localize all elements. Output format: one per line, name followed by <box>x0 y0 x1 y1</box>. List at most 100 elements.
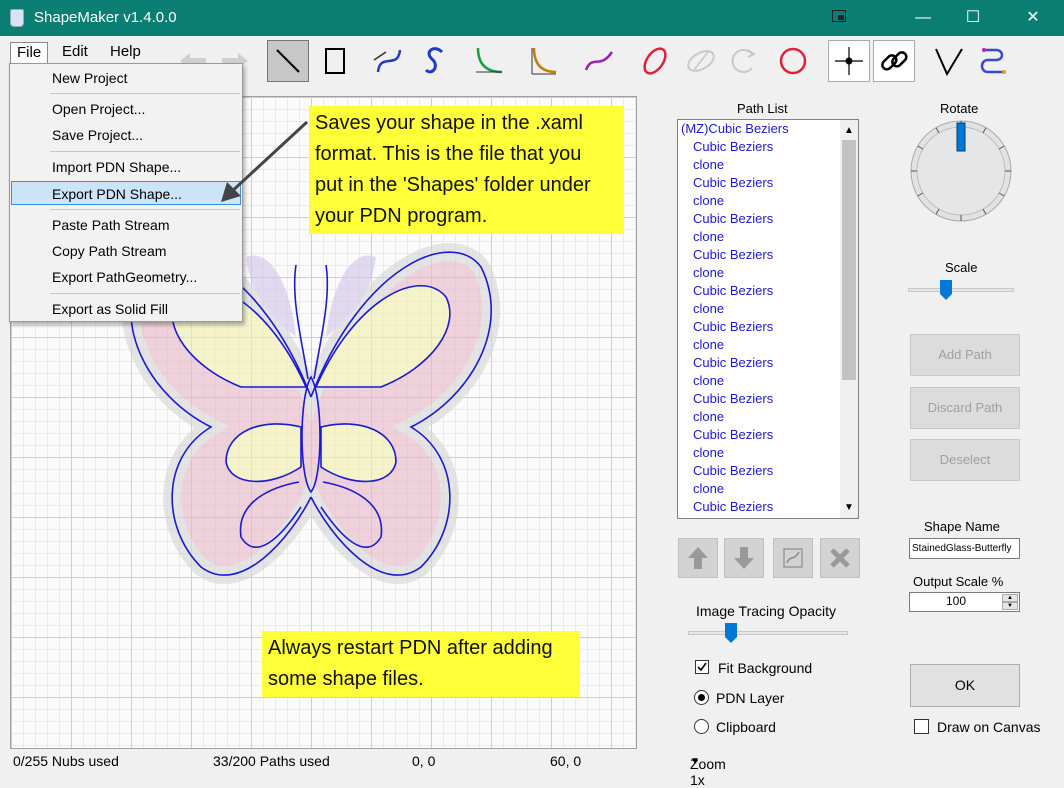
menu-edit[interactable]: Edit <box>56 42 94 64</box>
path-list-item[interactable]: Cubic Beziers <box>693 246 858 264</box>
deselect-button[interactable]: Deselect <box>910 439 1020 481</box>
path-list-item[interactable]: Cubic Beziers <box>693 498 858 516</box>
window-title: ShapeMaker v1.4.0.0 <box>34 9 177 26</box>
move-down-button[interactable] <box>724 538 764 578</box>
scroll-down-icon[interactable]: ▼ <box>844 502 854 513</box>
draw-on-canvas-label: Draw on Canvas <box>937 719 1041 735</box>
title-bar: ShapeMaker v1.4.0.0 — ☐ ✕ <box>0 0 1064 36</box>
cubic-bezier-icon[interactable] <box>368 40 410 82</box>
path-list-item[interactable]: clone <box>693 336 858 354</box>
path-list-item[interactable]: clone <box>693 192 858 210</box>
ellipse-icon[interactable] <box>634 40 676 82</box>
loop-path-icon[interactable] <box>972 40 1014 82</box>
menu-import-pdn-shape[interactable]: Import PDN Shape... <box>12 155 240 179</box>
pointer-arrow <box>221 120 309 202</box>
clipboard-radio[interactable] <box>694 719 709 734</box>
snap-icon[interactable] <box>828 40 870 82</box>
path-list-item[interactable]: Cubic Beziers <box>693 426 858 444</box>
note-export-info: Saves your shape in the .xaml format. Th… <box>309 106 624 234</box>
path-list[interactable]: (MZ)Cubic Beziers Cubic Beziers clone Cu… <box>677 119 859 519</box>
circle-icon[interactable] <box>772 40 814 82</box>
path-list-item[interactable]: Cubic Beziers <box>693 282 858 300</box>
draw-on-canvas-checkbox[interactable] <box>914 719 929 734</box>
path-list-item[interactable]: Cubic Beziers <box>693 354 858 372</box>
output-scale-label: Output Scale % <box>913 574 1004 589</box>
ok-button[interactable]: OK <box>910 664 1020 707</box>
quadratic-icon[interactable] <box>468 40 510 82</box>
ellipse-arc-icon[interactable] <box>680 40 722 82</box>
scale-label: Scale <box>945 260 978 275</box>
scroll-up-icon[interactable]: ▲ <box>844 125 854 136</box>
fit-background-checkbox[interactable] <box>695 660 709 674</box>
tracing-opacity-thumb[interactable] <box>725 623 737 643</box>
pdn-layer-label: PDN Layer <box>716 690 785 706</box>
path-list-item[interactable]: Cubic Beziers <box>693 318 858 336</box>
menu-help[interactable]: Help <box>104 42 147 64</box>
menu-export-solid-fill[interactable]: Export as Solid Fill <box>12 297 240 321</box>
menu-copy-path-stream[interactable]: Copy Path Stream <box>12 239 240 263</box>
rectangle-tool-icon[interactable] <box>314 40 356 82</box>
add-path-button[interactable]: Add Path <box>910 334 1020 376</box>
tracing-opacity-label: Image Tracing Opacity <box>696 603 837 619</box>
close-button[interactable]: ✕ <box>1010 0 1056 36</box>
note-restart-info: Always restart PDN after adding some sha… <box>262 631 580 697</box>
nubs-used-status: 0/255 Nubs used <box>13 753 119 769</box>
path-list-item[interactable]: clone <box>693 264 858 282</box>
path-list-item[interactable]: Cubic Beziers <box>693 390 858 408</box>
path-list-item[interactable]: clone <box>693 444 858 462</box>
menu-export-pathgeometry[interactable]: Export PathGeometry... <box>12 265 240 289</box>
menu-save-project[interactable]: Save Project... <box>12 123 240 147</box>
maximize-button[interactable]: ☐ <box>950 0 996 36</box>
path-list-scrollbar[interactable]: ▲ ▼ <box>840 120 858 518</box>
stepper-up-icon[interactable]: ▲ <box>1002 594 1018 602</box>
path-list-item[interactable]: Cubic Beziers <box>693 210 858 228</box>
path-list-item[interactable]: Cubic Beziers <box>693 138 858 156</box>
menu-new-project[interactable]: New Project <box>12 66 240 90</box>
cursor-coordinates: 0, 0 <box>412 753 436 769</box>
path-list-item[interactable]: clone <box>693 480 858 498</box>
tracing-opacity-track[interactable] <box>688 631 848 635</box>
path-list-item[interactable]: clone <box>693 156 858 174</box>
grid-coordinates: 60, 0 <box>550 753 582 769</box>
delete-path-button[interactable] <box>820 538 860 578</box>
edit-path-button[interactable] <box>773 538 813 578</box>
minimize-button[interactable]: — <box>900 0 946 36</box>
path-list-item[interactable]: (MZ)Cubic Beziers <box>681 120 858 138</box>
discard-path-button[interactable]: Discard Path <box>910 387 1020 429</box>
rotate-knob[interactable] <box>908 118 1014 224</box>
menu-export-pdn-shape[interactable]: Export PDN Shape... <box>11 181 241 205</box>
line-tool-icon[interactable] <box>267 40 309 82</box>
move-up-button[interactable] <box>678 538 718 578</box>
checkmark-icon <box>697 662 707 672</box>
path-list-item[interactable]: clone <box>693 408 858 426</box>
menu-open-project[interactable]: Open Project... <box>12 97 240 121</box>
path-list-item[interactable]: clone <box>693 300 858 318</box>
path-list-item[interactable]: clone <box>693 228 858 246</box>
shape-name-input[interactable] <box>909 538 1020 559</box>
path-list-item[interactable]: clone <box>693 372 858 390</box>
menu-file[interactable]: File <box>10 42 49 64</box>
arc-icon[interactable] <box>722 40 764 82</box>
scale-track[interactable] <box>908 288 1014 292</box>
v-path-icon[interactable] <box>928 40 970 82</box>
spline-icon[interactable] <box>578 40 620 82</box>
note-line: Saves your shape in the .xaml <box>315 112 583 134</box>
scroll-thumb[interactable] <box>842 140 856 380</box>
smooth-cubic-icon[interactable] <box>414 40 456 82</box>
compact-overlay-icon[interactable] <box>816 0 862 36</box>
note-line: some shape files. <box>268 668 424 690</box>
note-line: put in the 'Shapes' folder under <box>315 174 591 196</box>
app-icon <box>10 9 24 27</box>
note-line: format. This is the file that you <box>315 143 582 165</box>
link-icon[interactable] <box>873 40 915 82</box>
output-scale-value[interactable]: 100 <box>910 594 1002 608</box>
menu-paste-path-stream[interactable]: Paste Path Stream <box>12 213 240 237</box>
smooth-quadratic-icon[interactable] <box>522 40 564 82</box>
stepper-down-icon[interactable]: ▼ <box>1002 602 1018 610</box>
output-scale-stepper[interactable]: 100 ▲ ▼ <box>909 592 1020 612</box>
path-list-item[interactable]: Cubic Beziers <box>693 174 858 192</box>
path-list-item[interactable]: Cubic Beziers <box>693 462 858 480</box>
scale-thumb[interactable] <box>940 280 952 300</box>
pdn-layer-radio[interactable] <box>694 690 709 705</box>
rotate-label: Rotate <box>940 101 979 116</box>
